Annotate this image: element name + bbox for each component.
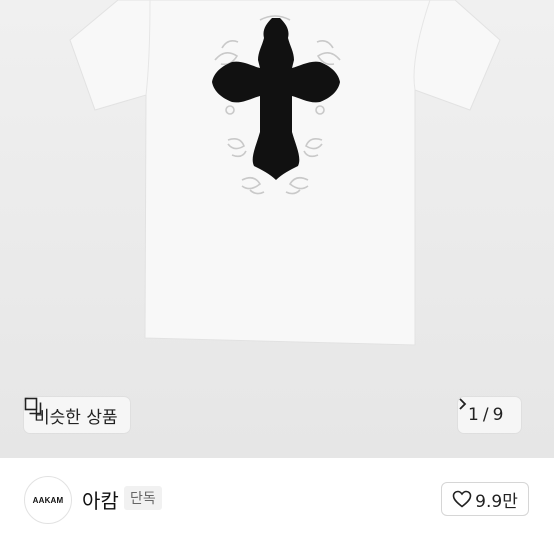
like-button[interactable]: 9.9만: [441, 482, 529, 516]
similar-items-label: 비슷한 상품: [34, 407, 118, 428]
shop-name[interactable]: 아캄: [82, 485, 119, 514]
pager-separator: /: [482, 405, 489, 425]
exclusive-badge: 단독: [124, 486, 162, 510]
shop-logo-text: AAKAM: [32, 495, 64, 505]
product-image: [0, 0, 554, 458]
pager-total: 9: [492, 405, 504, 425]
heart-outline-icon: [452, 490, 472, 508]
pager-current: 1: [468, 405, 479, 425]
similar-items-icon: [24, 397, 42, 415]
product-image-gallery[interactable]: 비슷한 상품 1 / 9: [0, 0, 554, 458]
shop-logo[interactable]: AAKAM: [24, 476, 72, 524]
shop-info-row: AAKAM 아캄 단독 9.9만: [0, 458, 554, 554]
similar-items-button[interactable]: 비슷한 상품: [24, 397, 130, 433]
like-count: 9.9만: [475, 491, 518, 512]
image-pager[interactable]: 1 / 9: [458, 397, 522, 433]
